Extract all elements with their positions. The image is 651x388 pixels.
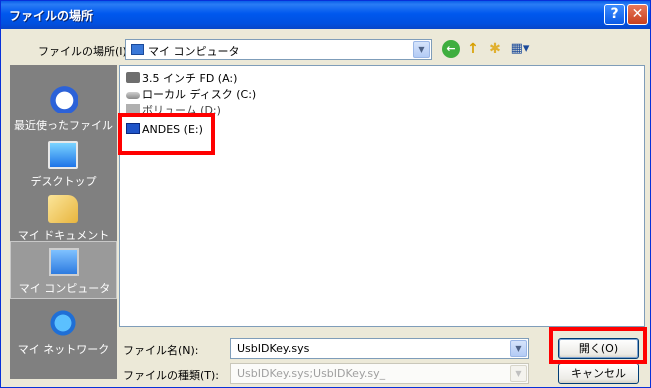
list-item-label: ローカル ディスク (C:) bbox=[142, 88, 257, 101]
chevron-down-icon[interactable]: ▼ bbox=[413, 41, 430, 58]
filetype-label: ファイルの種類(T): bbox=[123, 369, 220, 382]
network-icon bbox=[48, 309, 78, 337]
help-button[interactable]: ? bbox=[604, 4, 625, 25]
chevron-down-icon[interactable]: ▼ bbox=[510, 365, 527, 382]
place-label: マイ ネットワーク bbox=[17, 343, 110, 356]
recent-files-icon bbox=[48, 85, 78, 113]
place-desktop[interactable]: デスクトップ bbox=[10, 135, 117, 193]
lookin-value: マイ コンピュータ bbox=[148, 45, 240, 58]
my-computer-icon bbox=[49, 248, 79, 276]
place-label: デスクトップ bbox=[30, 175, 97, 188]
places-bar: 最近使ったファイル デスクトップ マイ ドキュメント マイ コンピュータ マイ … bbox=[10, 65, 117, 379]
desktop-icon bbox=[48, 141, 78, 169]
volume-icon bbox=[126, 104, 140, 115]
lookin-label: ファイルの場所(I): bbox=[38, 45, 131, 58]
title-bar: ファイルの場所 ? ✕ bbox=[1, 1, 650, 29]
list-item[interactable]: ANDES (E:) bbox=[126, 123, 203, 137]
place-label: 最近使ったファイル bbox=[14, 119, 113, 132]
chevron-down-icon[interactable]: ▼ bbox=[510, 340, 527, 357]
floppy-drive-icon bbox=[126, 72, 140, 83]
list-item[interactable]: ボリューム (D:) bbox=[126, 102, 221, 117]
filename-label: ファイル名(N): bbox=[123, 344, 199, 357]
back-icon[interactable]: ← bbox=[442, 40, 460, 58]
filetype-select[interactable]: UsbIDKey.sys;UsbIDKey.sy_ ▼ bbox=[230, 363, 529, 384]
filetype-value: UsbIDKey.sys;UsbIDKey.sy_ bbox=[237, 367, 386, 380]
my-computer-icon bbox=[131, 44, 144, 55]
up-folder-icon[interactable]: ↑ bbox=[464, 40, 482, 58]
hard-disk-icon bbox=[126, 92, 140, 99]
list-item[interactable]: ローカル ディスク (C:) bbox=[126, 86, 257, 101]
new-folder-icon[interactable]: ✱ bbox=[486, 40, 504, 58]
lookin-dropdown[interactable]: マイ コンピュータ ▼ bbox=[125, 39, 432, 60]
andes-drive-icon bbox=[126, 123, 140, 134]
list-item-label: ANDES (E:) bbox=[142, 123, 203, 136]
file-list[interactable]: 3.5 インチ FD (A:) ローカル ディスク (C:) ボリューム (D:… bbox=[119, 65, 645, 327]
filename-value: UsbIDKey.sys bbox=[237, 342, 310, 355]
list-item[interactable]: 3.5 インチ FD (A:) bbox=[126, 70, 238, 85]
my-documents-icon bbox=[48, 195, 78, 223]
place-my-computer[interactable]: マイ コンピュータ bbox=[10, 241, 117, 299]
close-button[interactable]: ✕ bbox=[627, 4, 648, 25]
place-my-network[interactable]: マイ ネットワーク bbox=[10, 303, 117, 361]
list-item-label: 3.5 インチ FD (A:) bbox=[142, 72, 238, 85]
filename-input[interactable]: UsbIDKey.sys ▼ bbox=[230, 338, 529, 359]
list-item-label: ボリューム (D:) bbox=[142, 104, 221, 117]
open-button[interactable]: 開く(O) bbox=[558, 338, 639, 359]
place-label: マイ コンピュータ bbox=[18, 282, 111, 295]
cancel-button[interactable]: キャンセル bbox=[558, 363, 639, 384]
views-menu-icon[interactable]: ▦▾ bbox=[507, 40, 533, 58]
place-my-documents[interactable]: マイ ドキュメント bbox=[10, 189, 117, 247]
place-recent[interactable]: 最近使ったファイル bbox=[10, 79, 117, 137]
window-title: ファイルの場所 bbox=[9, 9, 94, 23]
file-dialog-window: ファイルの場所 ? ✕ ファイルの場所(I): マイ コンピュータ ▼ ← ↑ … bbox=[0, 0, 651, 388]
